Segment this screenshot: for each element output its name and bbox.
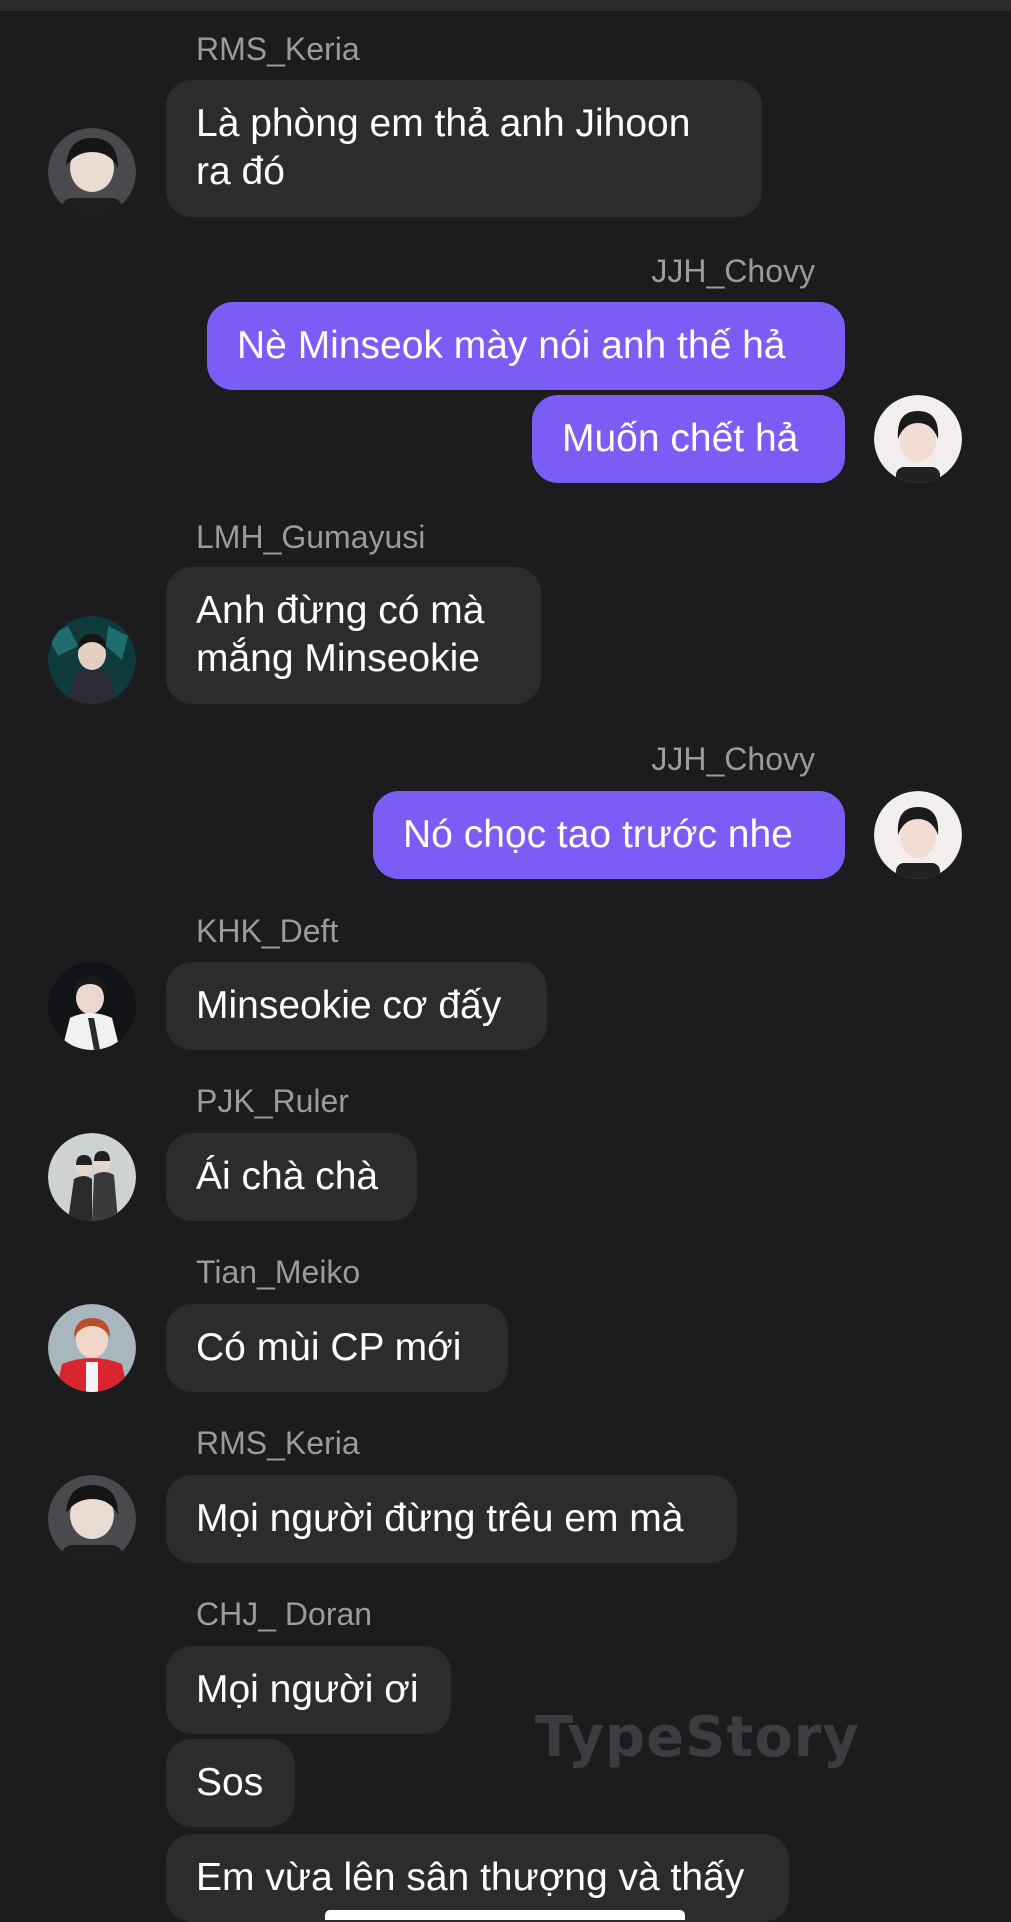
message-text: Ái chà chà <box>196 1155 379 1198</box>
message-bubble[interactable]: Mọi người đừng trêu em mà <box>166 1475 737 1563</box>
message-text: Mọi người đừng trêu em mà <box>196 1497 684 1540</box>
message-text: Nè Minseok mày nói anh thế hả <box>237 324 786 367</box>
avatar-meiko[interactable] <box>48 1304 136 1392</box>
sender-name: RMS_Keria <box>196 1425 360 1461</box>
sender-name: PJK_Ruler <box>196 1083 349 1119</box>
sender-name: RMS_Keria <box>196 31 360 67</box>
avatar-deft[interactable] <box>48 962 136 1050</box>
message-bubble[interactable]: Là phòng em thả anh Jihoon ra đó <box>166 80 762 217</box>
message-text: Em vừa lên sân thượng và thấy <box>196 1856 745 1899</box>
status-bar-edge <box>0 0 1011 11</box>
message-text: Là phòng em thả anh Jihoon <box>196 102 691 145</box>
message-text: Minseokie cơ đấy <box>196 984 502 1027</box>
message-text: Nó chọc tao trước nhe <box>403 813 793 856</box>
sender-name: CHJ_ Doran <box>196 1596 373 1632</box>
home-indicator[interactable] <box>325 1910 685 1920</box>
message-bubble-own[interactable]: Nè Minseok mày nói anh thế hả <box>207 302 845 390</box>
sender-name: JJH_Chovy <box>651 741 815 777</box>
message-text: mắng Minseokie <box>196 637 480 680</box>
message-bubble[interactable]: Sos <box>166 1739 295 1827</box>
avatar-keria[interactable] <box>48 1475 136 1563</box>
message-bubble[interactable]: Em vừa lên sân thượng và thấy <box>166 1834 789 1922</box>
message-text: Muốn chết hả <box>562 417 799 460</box>
message-bubble[interactable]: Có mùi CP mới <box>166 1304 508 1392</box>
message-bubble-own[interactable]: Nó chọc tao trước nhe <box>373 791 845 879</box>
sender-name: LMH_Gumayusi <box>196 519 426 555</box>
sender-name: JJH_Chovy <box>651 253 815 289</box>
avatar-keria[interactable] <box>48 128 136 216</box>
message-text: ra đó <box>196 150 285 193</box>
message-bubble[interactable]: Mọi người ơi <box>166 1646 451 1734</box>
message-bubble[interactable]: Anh đừng có mà mắng Minseokie <box>166 567 541 704</box>
message-bubble-own[interactable]: Muốn chết hả <box>532 395 845 483</box>
message-bubble[interactable]: Minseokie cơ đấy <box>166 962 547 1050</box>
message-text: Có mùi CP mới <box>196 1326 462 1369</box>
avatar-chovy[interactable] <box>874 395 962 483</box>
avatar-chovy[interactable] <box>874 791 962 879</box>
message-bubble[interactable]: Ái chà chà <box>166 1133 417 1221</box>
watermark: TypeStory <box>535 1705 860 1770</box>
sender-name: Tian_Meiko <box>196 1254 361 1290</box>
message-text: Sos <box>196 1761 264 1804</box>
avatar-gumayusi[interactable] <box>48 616 136 704</box>
message-text: Mọi người ơi <box>196 1668 419 1711</box>
message-text: Anh đừng có mà <box>196 589 485 632</box>
sender-name: KHK_Deft <box>196 913 339 949</box>
avatar-ruler[interactable] <box>48 1133 136 1221</box>
